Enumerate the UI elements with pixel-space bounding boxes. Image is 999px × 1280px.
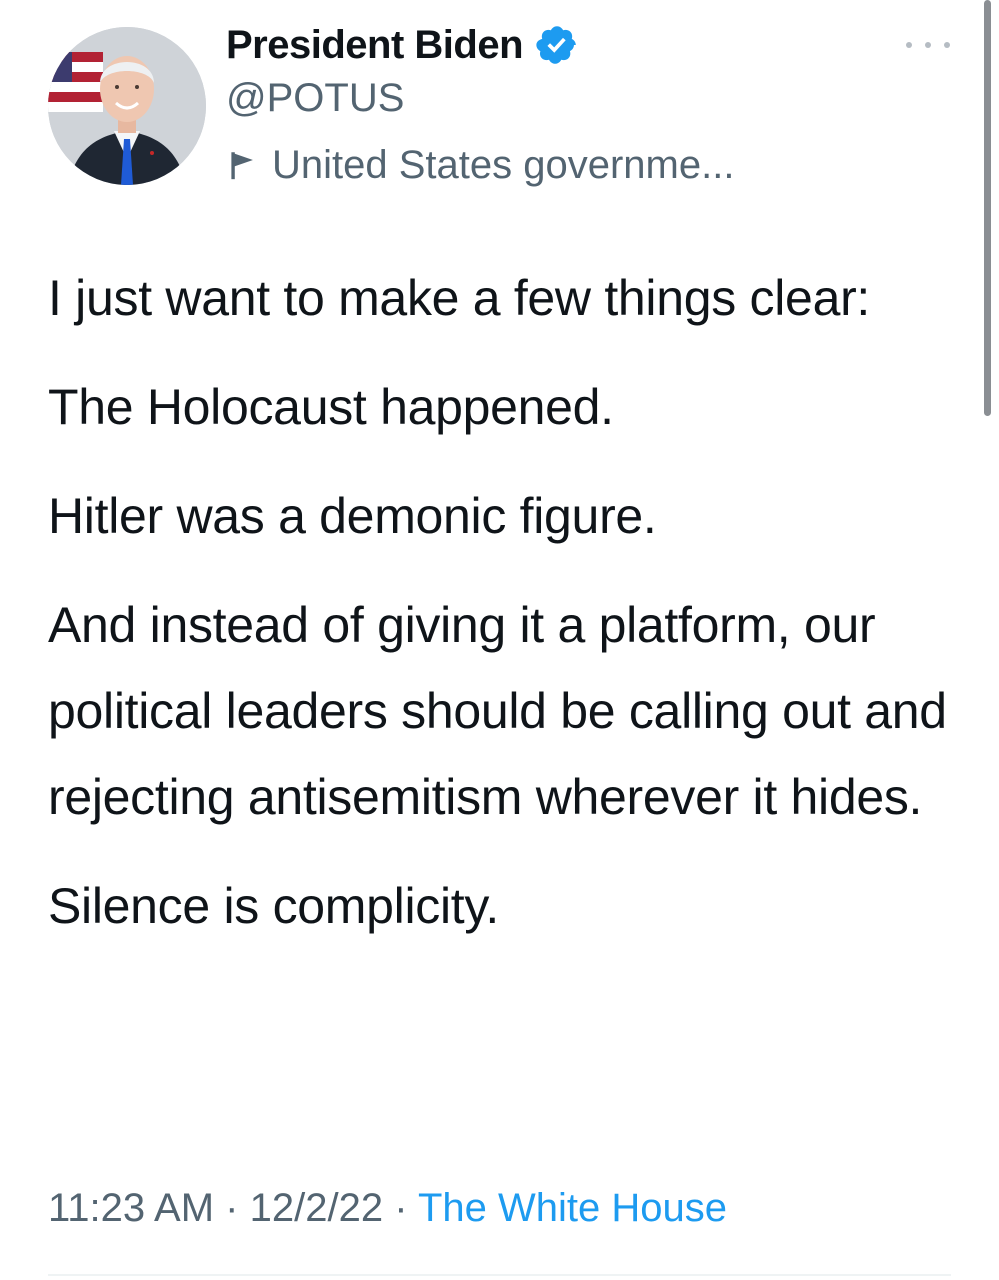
tweet-source-link[interactable]: The White House (418, 1186, 727, 1230)
more-dot (944, 42, 950, 48)
tweet-time[interactable]: 11:23 AM (48, 1186, 214, 1230)
tweet-paragraph: Hitler was a demonic figure. (48, 488, 657, 544)
divider (48, 1274, 951, 1276)
scrollbar[interactable] (984, 0, 991, 416)
author-handle[interactable]: @POTUS (226, 76, 404, 121)
avatar[interactable] (48, 27, 206, 185)
meta-separator: · (225, 1186, 239, 1230)
tweet-paragraph: Silence is complicity. (48, 878, 499, 934)
verified-badge-icon (536, 26, 576, 64)
government-label-text[interactable]: United States governme... (272, 143, 734, 188)
display-name[interactable]: President Biden (226, 23, 524, 68)
tweet-paragraph: The Holocaust happened. (48, 379, 614, 435)
more-dot (906, 42, 912, 48)
tweet-paragraph: And instead of giving it a platform, our… (48, 597, 947, 825)
tweet-date[interactable]: 12/2/22 (250, 1186, 383, 1230)
more-options-icon[interactable] (906, 30, 950, 60)
tweet-text: I just want to make a few things clear: … (48, 255, 968, 972)
tweet-paragraph: I just want to make a few things clear: (48, 270, 871, 326)
tweet-metadata: 11:23 AM · 12/2/22 · The White House (48, 1186, 727, 1231)
flag-icon (231, 152, 253, 180)
government-label[interactable]: United States governme... (226, 140, 734, 190)
more-dot (925, 42, 931, 48)
author-name-row[interactable]: President Biden (226, 20, 579, 70)
meta-separator: · (394, 1186, 408, 1230)
